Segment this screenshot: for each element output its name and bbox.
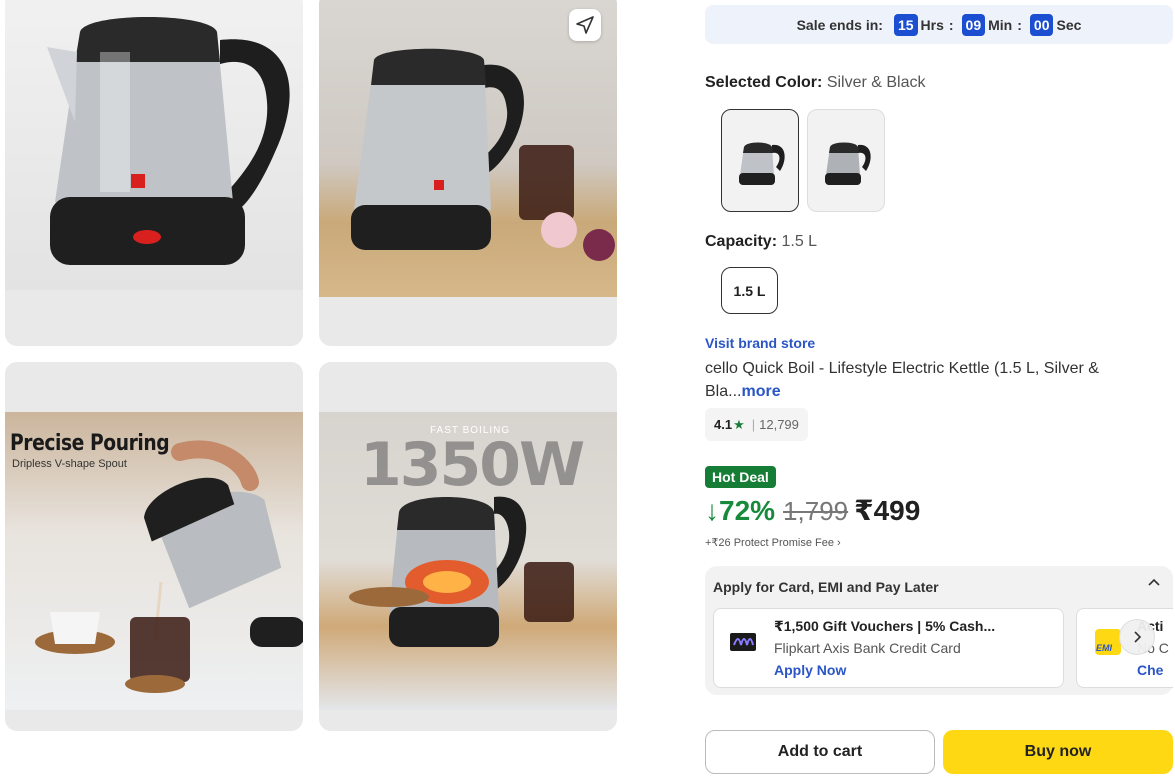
kettle-thumbnail	[825, 142, 871, 185]
axis-card-icon	[730, 633, 756, 651]
sale-hours: 15	[893, 13, 918, 36]
sale-minutes-unit: Min	[988, 16, 1013, 33]
color-value: Silver & Black	[826, 74, 926, 91]
emi-heading: Apply for Card, EMI and Pay Later	[713, 579, 939, 595]
gallery-image-4[interactable]	[319, 362, 617, 731]
rating-value: 4.1	[714, 417, 733, 432]
color-swatch-silver-black[interactable]	[721, 109, 799, 212]
selected-color: Selected Color: Silver & Black	[705, 74, 926, 92]
sale-timer: Sale ends in: 15 Hrs : 09 Min : 00 Sec	[705, 5, 1173, 44]
chevron-right-icon	[1134, 631, 1142, 643]
emi-section: Apply for Card, EMI and Pay Later ₹1,500…	[705, 566, 1173, 695]
visit-brand-store-link[interactable]: Visit brand store	[705, 335, 815, 351]
color-swatch-alt[interactable]	[807, 109, 885, 212]
apply-now-link[interactable]: Apply Now	[774, 662, 846, 678]
star-icon: ★	[733, 416, 745, 432]
carousel-next-button[interactable]	[1119, 619, 1155, 655]
sale-hours-unit: Hrs	[920, 16, 944, 33]
more-link[interactable]: more	[741, 383, 780, 400]
chevron-right-icon: ›	[837, 537, 841, 549]
share-icon	[576, 16, 594, 34]
overlay-precise-pouring: Precise Pouring	[10, 431, 170, 456]
gallery-image-2[interactable]	[319, 0, 617, 346]
kettle-front-image	[5, 0, 303, 290]
capacity-value: 1.5 L	[781, 233, 818, 250]
rating-badge[interactable]: 4.1 ★ | 12,799	[705, 408, 808, 441]
check-link[interactable]: Che	[1137, 662, 1163, 678]
offer-title: ₹1,500 Gift Vouchers | 5% Cash...	[774, 618, 996, 634]
gallery-image-1[interactable]	[5, 0, 303, 346]
protect-fee-text: +₹26 Protect Promise Fee	[705, 537, 834, 549]
rating-count: 12,799	[759, 417, 799, 432]
price-row: ↓72% 1,799 ₹499	[705, 494, 920, 527]
mrp-price: 1,799	[783, 496, 849, 526]
offer-card-axis[interactable]: ₹1,500 Gift Vouchers | 5% Cash... Flipka…	[713, 608, 1064, 688]
capacity-row: Capacity: 1.5 L	[705, 233, 817, 251]
gallery-image-3[interactable]	[5, 362, 303, 731]
hot-deal-badge: Hot Deal	[705, 466, 776, 488]
discount-percent: ↓72%	[705, 495, 776, 526]
color-label: Selected Color:	[705, 74, 823, 91]
sale-minutes: 09	[961, 13, 986, 36]
capacity-option[interactable]: 1.5 L	[721, 267, 778, 314]
offer-subtitle: Flipkart Axis Bank Credit Card	[774, 640, 961, 656]
overlay-dripless-spout: Dripless V-shape Spout	[12, 458, 127, 470]
protect-fee[interactable]: +₹26 Protect Promise Fee ›	[705, 536, 841, 549]
product-title: cello Quick Boil - Lifestyle Electric Ke…	[705, 357, 1135, 403]
kettle-thumbnail	[739, 142, 785, 185]
add-to-cart-button[interactable]: Add to cart	[705, 730, 935, 774]
buy-now-button[interactable]: Buy now	[943, 730, 1173, 774]
overlay-wattage: 1350W	[360, 430, 585, 500]
share-button[interactable]	[569, 9, 601, 41]
flipkart-emi-icon: EMI	[1095, 629, 1121, 655]
sale-label: Sale ends in:	[796, 16, 883, 33]
kettle-pouring-image	[5, 412, 303, 710]
sale-seconds: 00	[1029, 13, 1054, 36]
overlay-fast-boiling: FAST BOILING	[430, 425, 511, 436]
capacity-label: Capacity:	[705, 233, 778, 250]
sale-seconds-unit: Sec	[1056, 16, 1082, 33]
chevron-up-icon[interactable]	[1147, 576, 1161, 593]
final-price: ₹499	[854, 495, 921, 526]
kettle-lifestyle-image	[319, 0, 617, 297]
